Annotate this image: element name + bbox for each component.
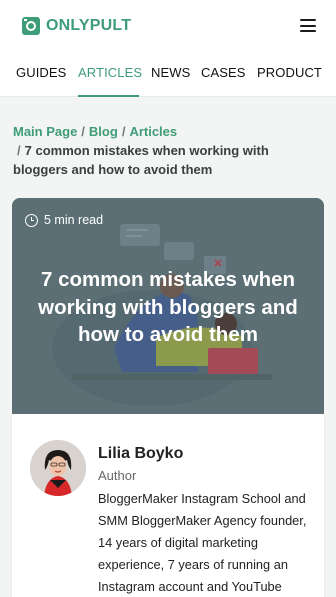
nav-item-cases[interactable]: CASES [201, 65, 246, 80]
site-header: ONLYPULT [0, 0, 336, 50]
breadcrumb-current: 7 common mistakes when working with blog… [13, 143, 269, 177]
camera-logo-icon [22, 17, 40, 35]
breadcrumb-separator: / [17, 143, 21, 158]
breadcrumb-blog[interactable]: Blog [89, 124, 118, 139]
menu-icon[interactable] [300, 19, 316, 32]
read-time-label: 5 min read [44, 213, 104, 227]
breadcrumb-separator: / [121, 124, 126, 139]
nav-item-news[interactable]: NEWS [151, 65, 190, 80]
author-avatar [30, 440, 86, 496]
author-photo [30, 440, 86, 496]
breadcrumb: Main Page / Blog / Articles /7 common mistak… [13, 122, 313, 179]
active-tab-indicator [78, 95, 139, 97]
nav-item-product[interactable]: PRODUCT [257, 65, 322, 80]
author-card: Lilia Boyko Author BloggerMaker Instagra… [12, 414, 324, 597]
breadcrumb-separator: / [81, 124, 85, 139]
clock-icon [25, 213, 38, 227]
read-time: 5 min read [25, 213, 103, 227]
article-title: 7 common mistakes when working with blog… [38, 268, 298, 346]
author-name[interactable]: Lilia Boyko [98, 445, 183, 463]
author-role: Author [98, 468, 137, 483]
author-bio: BloggerMaker Instagram School and SMM Bl… [98, 491, 307, 594]
site-logo[interactable]: ONLYPULT [22, 17, 131, 35]
logo-text: ONLYPULT [46, 17, 132, 34]
nav-item-articles[interactable]: ARTICLES [78, 65, 142, 80]
article-hero[interactable]: 5 min read 7 common mistakes when workin… [12, 198, 324, 414]
nav-item-guides[interactable]: GUIDES [16, 65, 66, 80]
category-nav: GUIDES ARTICLES NEWS CASES PRODUCT [0, 50, 336, 97]
breadcrumb-main-page[interactable]: Main Page [13, 124, 77, 139]
breadcrumb-articles[interactable]: Articles [129, 124, 177, 139]
